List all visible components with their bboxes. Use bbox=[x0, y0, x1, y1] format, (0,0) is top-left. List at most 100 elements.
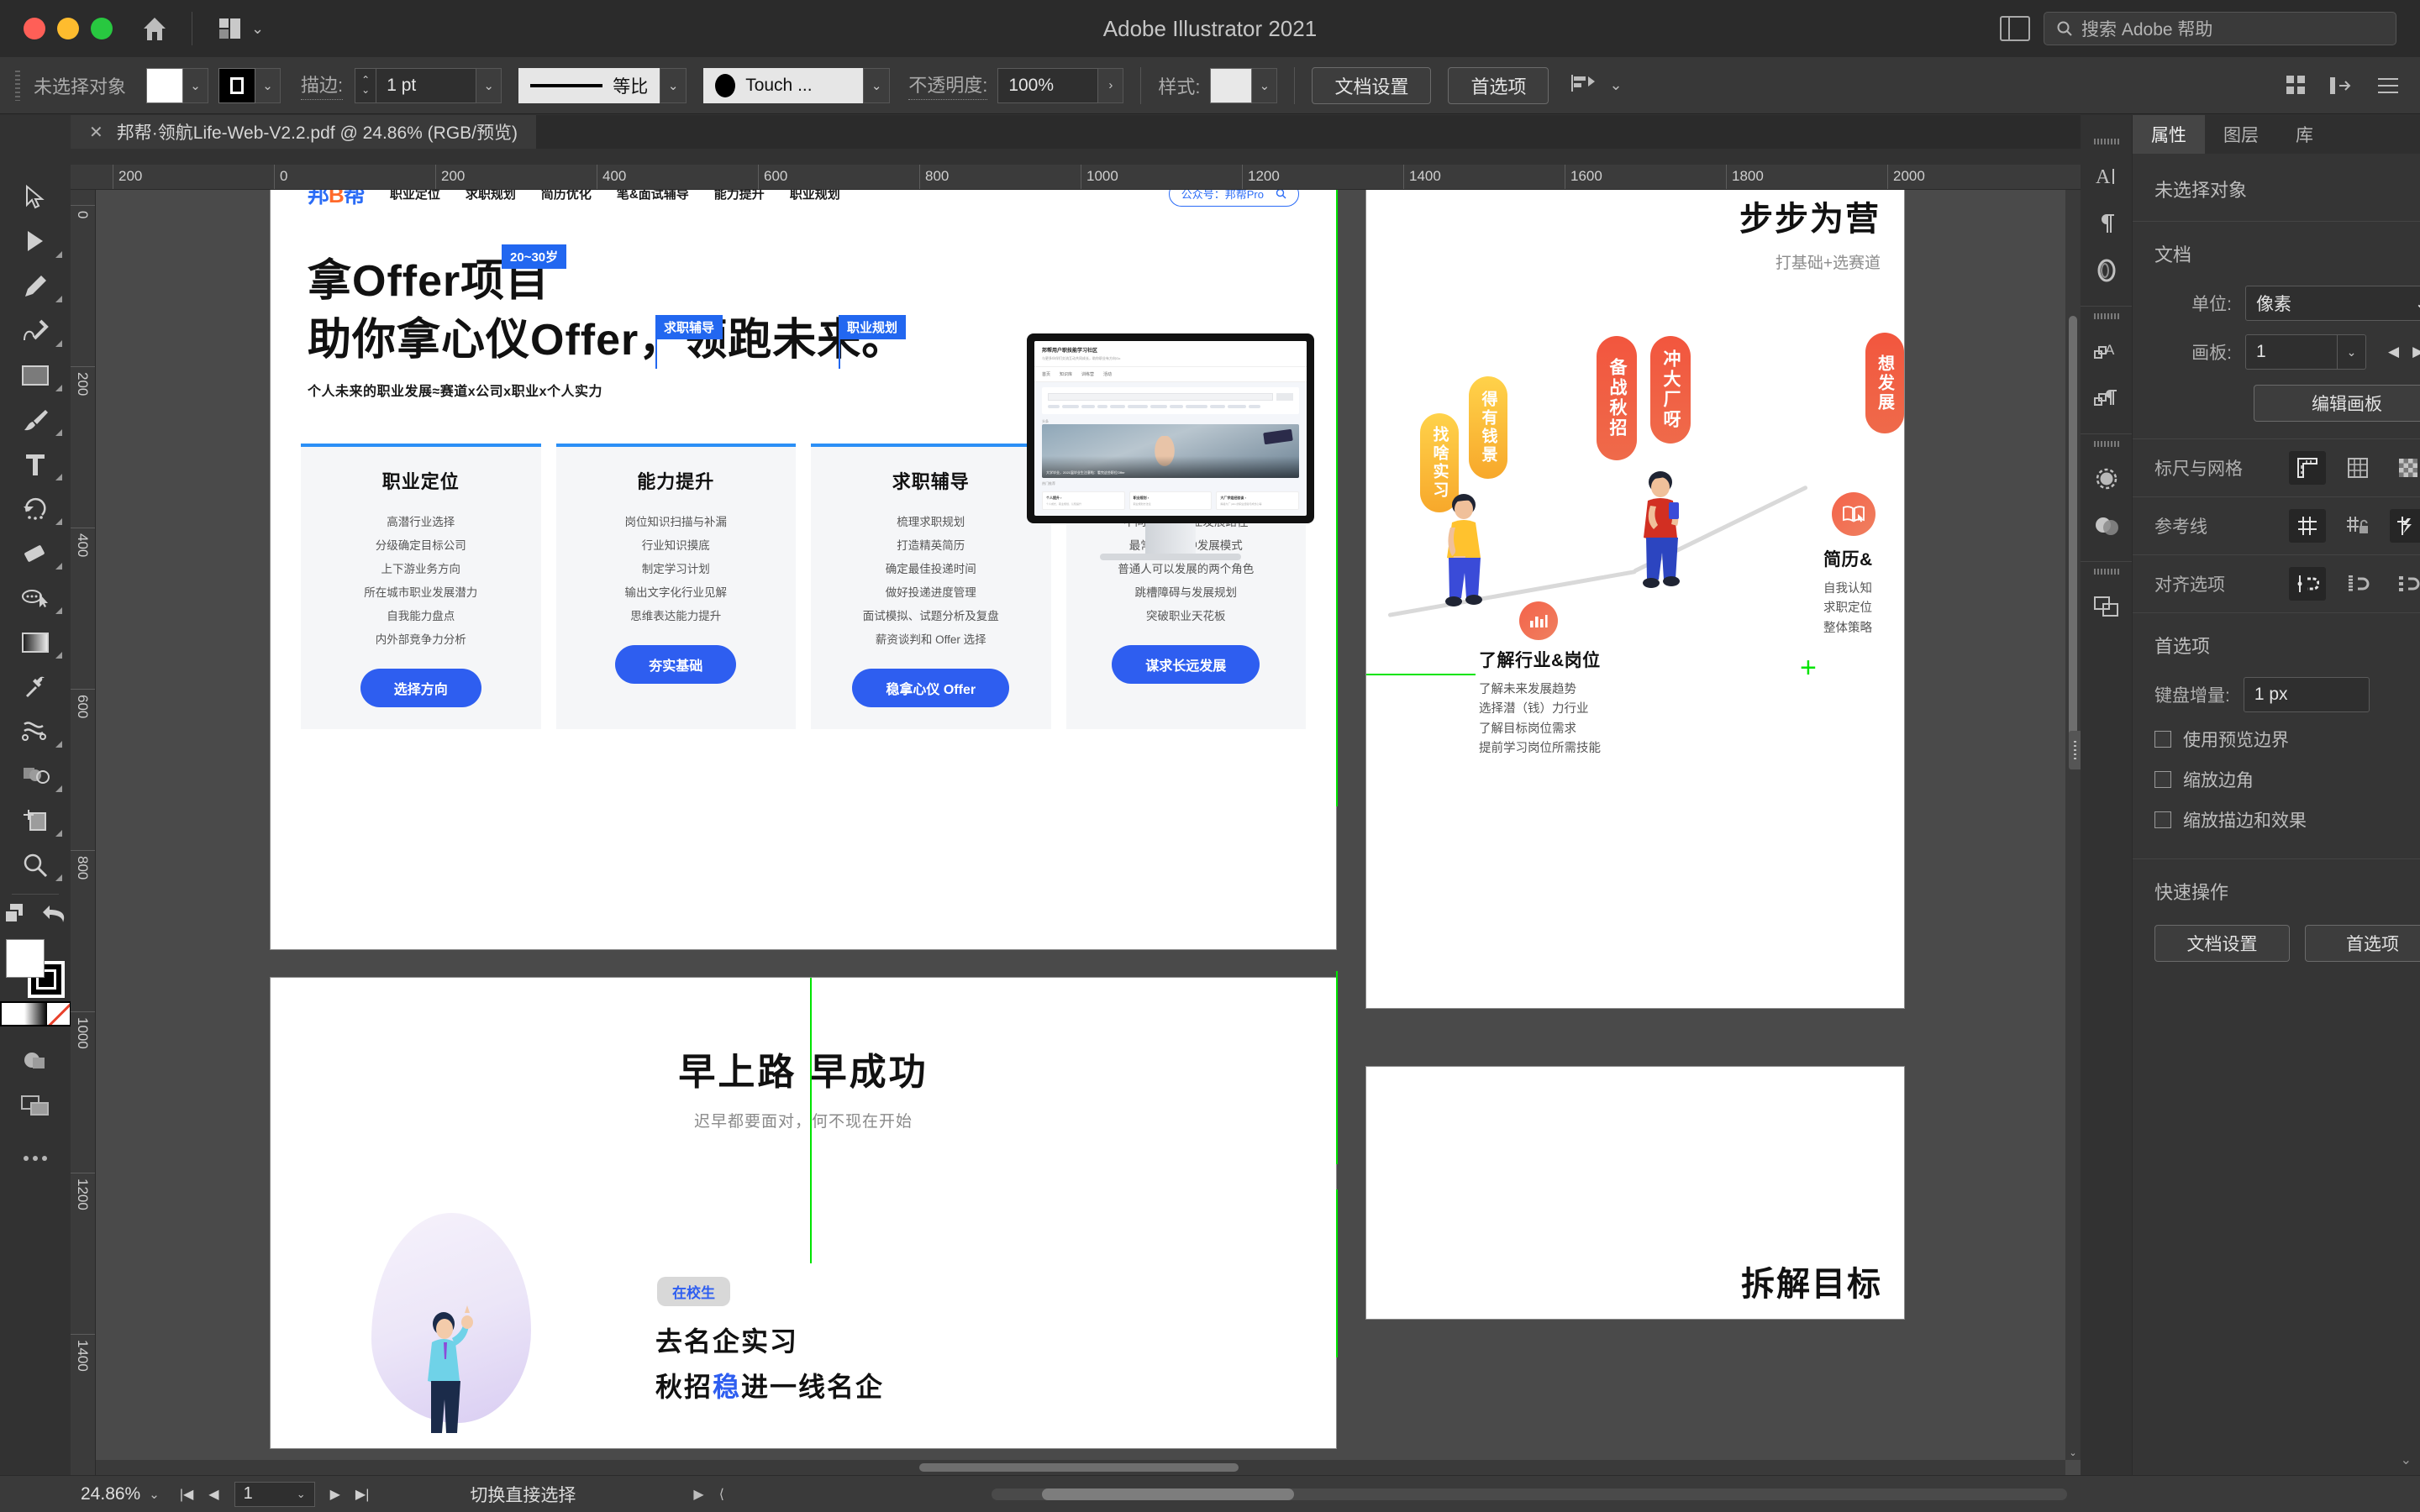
type-tool-icon[interactable] bbox=[3, 442, 67, 486]
tab-layers[interactable]: 图层 bbox=[2205, 115, 2277, 154]
first-artboard-icon[interactable]: |◀ bbox=[180, 1486, 193, 1503]
shape-builder-tool-icon[interactable] bbox=[3, 753, 67, 798]
next-artboard-icon[interactable]: ▶ bbox=[330, 1486, 340, 1503]
units-select[interactable]: 像素 ⌄ bbox=[2245, 286, 2420, 321]
align-caret-icon[interactable]: ⌄ bbox=[1609, 76, 1622, 94]
lock-guides-icon[interactable] bbox=[2339, 509, 2376, 543]
opacity-value[interactable]: 100% bbox=[997, 68, 1098, 103]
search-input[interactable]: 搜索 Adobe 帮助 bbox=[2044, 12, 2396, 45]
status-next-icon[interactable]: ▶ bbox=[693, 1486, 703, 1503]
paragraph-panel-icon[interactable] bbox=[2081, 200, 2133, 247]
close-window-button[interactable] bbox=[24, 18, 45, 39]
keyboard-increment-field[interactable]: 1 px bbox=[2244, 677, 2370, 712]
panel-scroll-down-icon[interactable]: ⌄ bbox=[2401, 1452, 2412, 1468]
artboard-tool-icon[interactable] bbox=[3, 798, 67, 843]
glyphs-panel-icon[interactable] bbox=[2081, 247, 2133, 294]
stroke-swatch-group[interactable]: ⌄ bbox=[218, 68, 281, 103]
edit-toolbar-icon[interactable] bbox=[3, 901, 29, 931]
appearance-panel-icon[interactable] bbox=[2081, 455, 2133, 502]
character-panel-icon[interactable]: A bbox=[2081, 153, 2133, 200]
nav-item[interactable]: 职业定位 bbox=[390, 190, 440, 202]
lasso-tool-icon[interactable] bbox=[3, 575, 67, 620]
brush-definition-caret-icon[interactable]: ⌄ bbox=[863, 68, 890, 103]
blend-tool-icon[interactable] bbox=[3, 709, 67, 753]
nav-item[interactable]: 笔&面试辅导 bbox=[617, 190, 689, 202]
fill-swatch-group[interactable]: ⌄ bbox=[146, 68, 208, 103]
last-artboard-icon[interactable]: ▶| bbox=[355, 1486, 369, 1503]
transparency-panel-icon[interactable] bbox=[2081, 502, 2133, 549]
fill-swatch-caret-icon[interactable]: ⌄ bbox=[183, 68, 208, 103]
eraser-tool-icon[interactable] bbox=[3, 531, 67, 575]
card-cta-button[interactable]: 选择方向 bbox=[360, 669, 481, 707]
card-cta-button[interactable]: 谋求长远发展 bbox=[1112, 645, 1260, 684]
checkbox-scale-corners[interactable] bbox=[2154, 771, 2171, 788]
brush-definition-value[interactable]: Touch ... bbox=[703, 68, 863, 103]
gradient-tool-icon[interactable] bbox=[3, 620, 67, 664]
previous-artboard-icon[interactable]: ◀ bbox=[2388, 344, 2399, 360]
arrange-icon[interactable] bbox=[2329, 76, 2354, 96]
nav-item[interactable]: 能力提升 bbox=[714, 190, 765, 202]
graphic-style-swatch[interactable] bbox=[1210, 68, 1252, 103]
snap-to-pixel-icon[interactable] bbox=[2390, 567, 2420, 601]
stroke-color-swatch[interactable] bbox=[218, 68, 255, 103]
screen-mode-icon[interactable] bbox=[3, 1083, 67, 1127]
zoom-tool-icon[interactable] bbox=[3, 843, 67, 887]
nav-item[interactable]: 求职规划 bbox=[466, 190, 516, 202]
rotate-tool-icon[interactable] bbox=[3, 486, 67, 531]
doc-setup-button[interactable]: 文档设置 bbox=[1312, 67, 1431, 104]
more-tools-icon[interactable] bbox=[3, 1136, 67, 1180]
home-icon[interactable] bbox=[136, 10, 173, 47]
preferences-button[interactable]: 首选项 bbox=[1448, 67, 1549, 104]
stroke-profile-caret-icon[interactable]: ⌄ bbox=[660, 68, 687, 103]
rectangle-tool-icon[interactable] bbox=[3, 353, 67, 397]
previous-artboard-icon[interactable]: ◀ bbox=[208, 1486, 218, 1503]
graphic-style-control[interactable]: ⌄ bbox=[1210, 68, 1277, 103]
stroke-profile-value[interactable]: 等比 bbox=[518, 68, 660, 103]
stroke-weight-control[interactable]: ⌃⌄ 1 pt ⌄ bbox=[355, 68, 502, 103]
color-mode-bar[interactable] bbox=[0, 1001, 71, 1026]
curvature-tool-icon[interactable] bbox=[3, 308, 67, 353]
color-mode-gradient-icon[interactable] bbox=[24, 1003, 47, 1025]
snap-to-grid-icon[interactable] bbox=[2339, 567, 2376, 601]
show-transparency-grid-icon[interactable] bbox=[2390, 451, 2420, 485]
fill-color-indicator[interactable] bbox=[6, 939, 45, 978]
checkbox-scale-strokes-row[interactable]: 缩放描边和效果 bbox=[2133, 800, 2420, 840]
tab-libraries[interactable]: 库 bbox=[2277, 115, 2332, 154]
artboard-number-field[interactable]: 1 ⌄ bbox=[234, 1482, 315, 1507]
status-resize-icon[interactable]: ⟨ bbox=[719, 1486, 724, 1503]
nav-item[interactable]: 简历优化 bbox=[541, 190, 592, 202]
vertical-ruler[interactable]: 02004006008001000120014001600 bbox=[71, 190, 96, 1475]
artboard-3[interactable]: 早上路 早成功 迟早都要面对，何不现在开始 bbox=[271, 978, 1336, 1448]
opacity-more-icon[interactable]: › bbox=[1098, 68, 1123, 103]
fill-stroke-control[interactable] bbox=[6, 939, 65, 998]
fill-color-swatch[interactable] bbox=[146, 68, 183, 103]
artboard-1[interactable]: 邦B帮 职业定位 求职规划 简历优化 笔&面试辅导 能力提升 职业规划 公众号：… bbox=[271, 190, 1336, 949]
layers-panel-icon[interactable] bbox=[2081, 583, 2133, 630]
rail-grip[interactable] bbox=[2094, 313, 2119, 319]
edit-artboard-button[interactable]: 编辑画板 bbox=[2254, 385, 2420, 422]
eyedropper-tool-icon[interactable] bbox=[3, 664, 67, 709]
canvas-horizontal-scrollbar[interactable] bbox=[96, 1460, 2065, 1475]
nav-item[interactable]: 职业规划 bbox=[790, 190, 840, 202]
draw-mode-icon[interactable] bbox=[3, 1038, 67, 1083]
paragraph-styles-icon[interactable] bbox=[2081, 375, 2133, 422]
document-tab[interactable]: ✕ 邦帮·领航Life-Web-V2.2.pdf @ 24.86% (RGB/预… bbox=[71, 115, 536, 149]
stroke-weight-stepper[interactable]: ⌃⌄ bbox=[355, 68, 376, 103]
color-mode-none-icon[interactable] bbox=[47, 1003, 70, 1025]
checkbox-scale-corners-row[interactable]: 缩放边角 bbox=[2133, 759, 2420, 800]
smart-guides-icon[interactable] bbox=[2390, 509, 2420, 543]
color-mode-solid-icon[interactable] bbox=[2, 1003, 24, 1025]
quick-doc-setup-button[interactable]: 文档设置 bbox=[2154, 925, 2290, 962]
snap-to-point-icon[interactable] bbox=[2289, 567, 2326, 601]
direct-selection-tool-icon[interactable] bbox=[3, 219, 67, 264]
character-styles-icon[interactable]: A bbox=[2081, 328, 2133, 375]
rail-grip[interactable] bbox=[2094, 441, 2119, 447]
align-control[interactable]: ⌄ bbox=[1570, 73, 1622, 98]
graphic-style-caret-icon[interactable]: ⌄ bbox=[1252, 68, 1277, 103]
scroll-down-arrow-icon[interactable]: ⌄ bbox=[2065, 1445, 2081, 1460]
checkbox-preview-bounds-row[interactable]: 使用预览边界 bbox=[2133, 719, 2420, 759]
canvas-vertical-scrollbar[interactable] bbox=[2065, 190, 2081, 1460]
brush-definition-control[interactable]: Touch ... ⌄ bbox=[703, 68, 890, 103]
rail-grip[interactable] bbox=[2094, 139, 2119, 144]
arrange-documents-button[interactable]: ⌄ bbox=[211, 12, 271, 45]
